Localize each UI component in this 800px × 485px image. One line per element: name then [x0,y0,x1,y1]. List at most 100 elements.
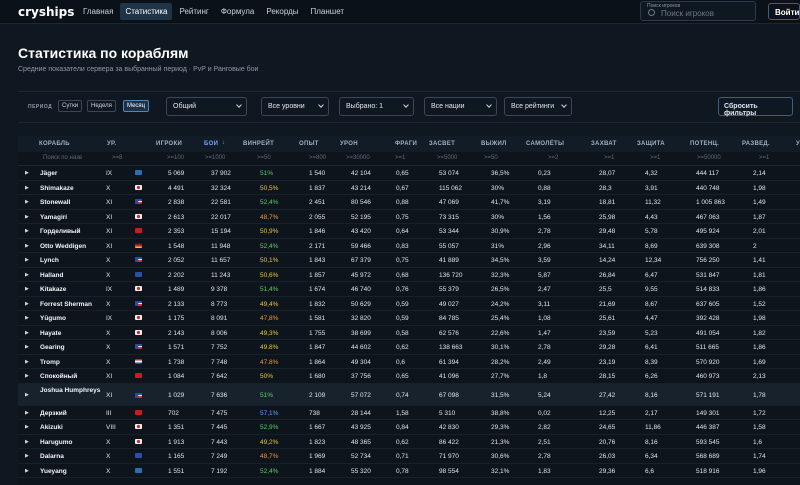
column-header[interactable]: ЗАЩИТА [637,141,665,147]
table-row[interactable]: ▶ Kitakaze IX 1 489 9 378 51,4% 1 674 46 740 0,7… [18,282,800,297]
table-row[interactable]: ▶ Jäger IX 5 069 37 902 51% 1 540 42 104 0,65 53 … [18,166,800,181]
period-week-button[interactable]: Неделя [87,100,116,112]
column-filter-input[interactable]: >=1 [395,155,405,161]
logo[interactable]: cryships [18,5,78,19]
column-filter-input[interactable]: >=50000 [697,155,721,161]
nav-item[interactable]: Планшет [306,3,350,20]
triangle-right-icon[interactable]: ▶ [25,199,29,205]
table-row[interactable]: ▶ Lynch X 2 052 11 657 50,1% 1 843 67 379 0,75 41… [18,253,800,268]
ship-name[interactable]: Дерзкий [40,410,67,417]
triangle-right-icon[interactable]: ▶ [25,344,29,350]
table-row[interactable]: ▶ Tromp X 1 738 7 748 47.8% 1 864 49 304 0,6 61 3… [18,355,800,369]
triangle-right-icon[interactable]: ▶ [25,286,29,292]
column-filter-input[interactable]: >=8 [112,155,122,161]
search-box[interactable]: Поиск игроков Поиск игроков [640,1,756,21]
column-header[interactable]: ИГРОКИ [156,141,182,147]
period-month-button[interactable]: Месяц [123,100,150,112]
column-filter-input[interactable]: >=1 [759,155,769,161]
ship-name[interactable]: Gearing [40,344,65,351]
nav-item[interactable]: Статистика [120,3,173,20]
table-row[interactable]: ▶ Hayate X 2 143 8 006 49,3% 1 755 38 699 0,58 62… [18,326,800,340]
table-row[interactable]: ▶ Спокойный XI 1 084 7 642 50% 1 680 37 756 0,65… [18,369,800,384]
triangle-right-icon[interactable]: ▶ [25,453,29,459]
ship-name[interactable]: Joshua Humphreys [40,387,110,395]
column-filter-input[interactable]: >=50 [484,155,498,161]
ship-name[interactable]: Горделивый [40,228,81,235]
column-header[interactable]: РАЗВЕД. [742,141,770,147]
column-header[interactable]: У [796,141,800,147]
triangle-right-icon[interactable]: ▶ [25,330,29,336]
column-header[interactable]: БОИ [204,141,218,147]
table-row[interactable]: ▶ Yamagiri XI 2 613 22 017 48,7% 2 055 52 195 0,… [18,210,800,224]
column-header[interactable]: УР. [107,141,116,147]
column-filter-input[interactable]: >=1 [650,155,660,161]
ship-name[interactable]: Tromp [40,359,60,366]
triangle-right-icon[interactable]: ▶ [25,272,29,278]
column-header[interactable]: УРОН [340,141,358,147]
nation-select[interactable]: Все нации [424,97,497,116]
triangle-right-icon[interactable]: ▶ [25,424,29,430]
table-row[interactable]: ▶ Dalarna X 1 165 7 249 48,7% 1 969 52 734 0,71 7… [18,449,800,464]
ship-name[interactable]: Lynch [40,257,59,264]
table-row[interactable]: ▶ Yueyang X 1 551 7 192 52,4% 1 884 55 320 0,78 9… [18,464,800,478]
ship-name[interactable]: Stonewall [40,199,70,206]
column-filter-input[interactable]: >=5000 [437,155,457,161]
triangle-right-icon[interactable]: ▶ [25,373,29,379]
column-header[interactable]: ЗАХВАТ [591,141,617,147]
column-filter-input[interactable]: >=30000 [346,155,370,161]
triangle-right-icon[interactable]: ▶ [25,257,29,263]
triangle-right-icon[interactable]: ▶ [25,315,29,321]
ship-name[interactable]: Yueyang [40,468,67,475]
ship-name[interactable]: Kitakaze [40,286,66,293]
triangle-right-icon[interactable]: ▶ [25,170,29,176]
reset-filters-button[interactable]: Сбросить фильтры [718,97,793,117]
ship-name[interactable]: Forrest Sherman [40,301,92,308]
mode-select[interactable]: Общий [166,97,247,116]
column-header[interactable]: САМОЛЁТЫ [526,141,564,147]
triangle-right-icon[interactable]: ▶ [25,359,29,365]
ship-name[interactable]: Shimakaze [40,185,74,192]
triangle-right-icon[interactable]: ▶ [25,410,29,416]
table-row[interactable]: ▶ Shimakaze X 4 491 32 324 50,5% 1 837 43 214 0,… [18,181,800,195]
ship-name[interactable]: Yamagiri [40,214,67,221]
table-row[interactable]: ▶ Дерзкий III 702 7 475 57,1% 738 28 144 1,58 5 3… [18,406,800,420]
column-header[interactable]: ВЫЖИЛ [481,141,507,147]
period-day-button[interactable]: Сутки [58,100,83,112]
triangle-right-icon[interactable]: ▶ [25,468,29,474]
nav-item[interactable]: Формула [216,3,260,20]
triangle-right-icon[interactable]: ▶ [25,301,29,307]
column-header[interactable]: ОПЫТ [299,141,319,147]
triangle-right-icon[interactable]: ▶ [25,392,29,398]
column-header[interactable]: ФРАГИ [395,141,417,147]
table-row[interactable]: ▶ Горделивый XI 2 353 15 194 50,9% 1 846 43 420… [18,224,800,239]
rating-select[interactable]: Все рейтинги [504,97,572,116]
ship-name[interactable]: Hayate [40,330,61,337]
column-header[interactable]: ЗАСВЕТ [429,141,455,147]
triangle-right-icon[interactable]: ▶ [25,243,29,249]
class-select[interactable]: Выбрано: 1 [339,97,414,116]
triangle-right-icon[interactable]: ▶ [25,228,29,234]
table-row[interactable]: ▶ Harugumo X 1 913 7 443 49,2% 1 823 48 365 0,62… [18,435,800,449]
login-button[interactable]: Войти [768,3,800,20]
ship-name[interactable]: Halland [40,272,63,279]
table-row[interactable]: ▶ Otto Weddigen XI 1 548 11 948 52,4% 2 171 59 … [18,239,800,253]
nav-item[interactable]: Рейтинг [174,3,213,20]
column-header[interactable]: ВИНРЕЙТ [243,141,274,147]
column-filter-input[interactable]: >=1 [604,155,614,161]
triangle-right-icon[interactable]: ▶ [25,214,29,220]
ship-name[interactable]: Yūgumo [40,315,66,322]
triangle-right-icon[interactable]: ▶ [25,439,29,445]
search-input[interactable]: Поиск игроков [661,9,714,18]
column-filter-input[interactable]: >=2 [548,155,558,161]
column-header[interactable]: КОРАБЛЬ [39,141,70,147]
ship-name[interactable]: Otto Weddigen [40,243,86,250]
table-row[interactable]: ▶ Gearing X 1 571 7 752 49.8% 1 847 44 602 0,62 1… [18,340,800,355]
ship-name[interactable]: Harugumo [40,439,73,446]
column-filter-input[interactable]: Поиск по назв [43,155,82,161]
column-filter-input[interactable]: >=800 [309,155,326,161]
table-row[interactable]: ▶ Halland X 2 202 11 243 50,6% 1 857 45 972 0,68… [18,268,800,282]
column-filter-input[interactable]: >=50 [257,155,271,161]
column-filter-input[interactable]: >=1000 [205,155,225,161]
ship-name[interactable]: Спокойный [40,373,77,380]
nav-item[interactable]: Рекорды [261,3,303,20]
